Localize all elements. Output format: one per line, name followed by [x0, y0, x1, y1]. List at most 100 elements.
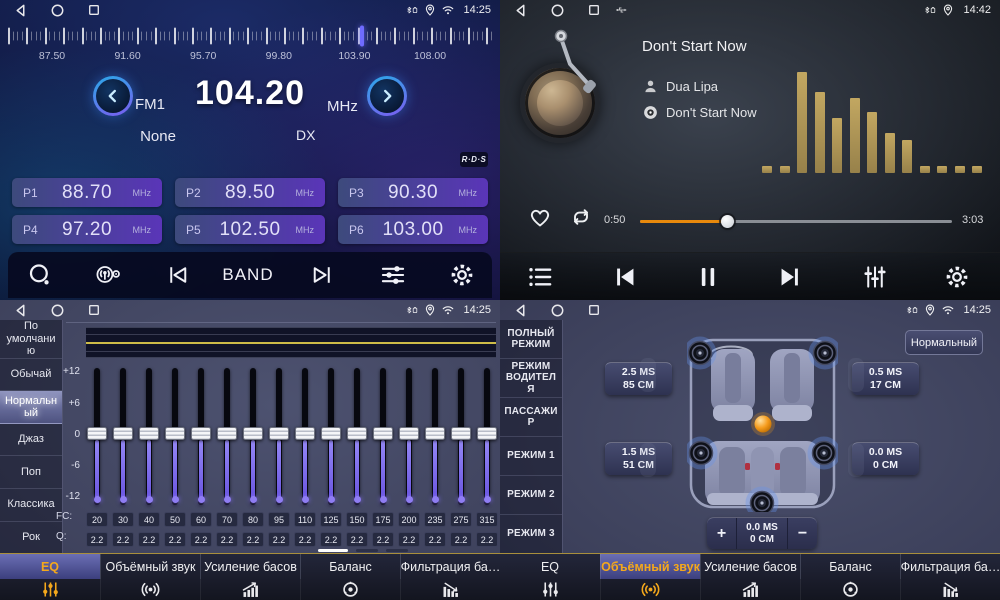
- q-value[interactable]: 2.2: [372, 532, 394, 547]
- fc-value[interactable]: 175: [372, 512, 394, 527]
- favorite-heart-icon[interactable]: [527, 205, 553, 229]
- sidebar-item[interactable]: РЕЖИМ ВОДИТЕЛЯ: [500, 359, 562, 398]
- tab-surround-sound[interactable]: Объёмный звук: [600, 554, 700, 600]
- eq-slider-thumb[interactable]: [347, 427, 367, 440]
- sidebar-item[interactable]: РЕЖИМ 1: [500, 437, 562, 476]
- rear-left-delay-button[interactable]: 1.5 MS 51 CM: [605, 442, 672, 475]
- eq-slider-thumb[interactable]: [165, 427, 185, 440]
- eq-slider-thumb[interactable]: [243, 427, 263, 440]
- eq-slider-thumb[interactable]: [191, 427, 211, 440]
- tab-balance[interactable]: Баланс: [800, 554, 900, 600]
- settings-gear-icon[interactable]: [944, 264, 971, 291]
- search-icon[interactable]: [27, 262, 54, 289]
- eq-slider-thumb[interactable]: [139, 427, 159, 440]
- q-value[interactable]: 2.2: [398, 532, 420, 547]
- delay-plus-button[interactable]: +: [707, 518, 736, 549]
- eq-slider-thumb[interactable]: [425, 427, 445, 440]
- q-value[interactable]: 2.2: [86, 532, 108, 547]
- radio-preset-button-p5[interactable]: P5102.50MHz: [175, 215, 325, 244]
- eq-slider-thumb[interactable]: [451, 427, 471, 440]
- tune-sliders-icon[interactable]: [380, 262, 407, 289]
- tuning-scale[interactable]: [0, 25, 500, 47]
- recents-icon[interactable]: [88, 4, 100, 16]
- sound-profile-badge[interactable]: Нормальный: [905, 330, 983, 355]
- eq-slider-thumb[interactable]: [87, 427, 107, 440]
- q-value[interactable]: 2.2: [424, 532, 446, 547]
- q-value[interactable]: 2.2: [294, 532, 316, 547]
- eq-slider-thumb[interactable]: [321, 427, 341, 440]
- pause-icon[interactable]: [695, 264, 722, 291]
- q-value[interactable]: 2.2: [320, 532, 342, 547]
- eq-slider-thumb[interactable]: [373, 427, 393, 440]
- fc-value[interactable]: 60: [190, 512, 212, 527]
- q-value[interactable]: 2.2: [346, 532, 368, 547]
- settings-gear-icon[interactable]: [449, 262, 476, 289]
- q-value[interactable]: 2.2: [216, 532, 238, 547]
- tab-bass-boost[interactable]: Усиление басов: [200, 554, 300, 600]
- q-value[interactable]: 2.2: [164, 532, 186, 547]
- eq-slider-thumb[interactable]: [295, 427, 315, 440]
- tab-surround-sound[interactable]: Объёмный звук: [100, 554, 200, 600]
- seek-bar[interactable]: [640, 220, 952, 223]
- q-value[interactable]: 2.2: [268, 532, 290, 547]
- prev-filled-icon[interactable]: [612, 264, 639, 291]
- speaker-icon[interactable]: [687, 439, 715, 467]
- recents-icon[interactable]: [588, 4, 600, 16]
- eq-slider-thumb[interactable]: [269, 427, 289, 440]
- speaker-icon[interactable]: [810, 439, 838, 467]
- radio-preset-button-p3[interactable]: P390.30MHz: [338, 178, 488, 207]
- tab-balance[interactable]: Баланс: [300, 554, 400, 600]
- home-icon[interactable]: [551, 304, 564, 317]
- previous-track-icon[interactable]: [165, 262, 192, 289]
- fc-value[interactable]: 30: [112, 512, 134, 527]
- recents-icon[interactable]: [588, 304, 600, 316]
- sidebar-item[interactable]: Рок: [0, 522, 62, 554]
- sidebar-item[interactable]: РЕЖИМ 2: [500, 476, 562, 515]
- tab-filter-bass[interactable]: Фильтрация ба…: [900, 554, 1000, 600]
- recents-icon[interactable]: [88, 304, 100, 316]
- front-left-delay-button[interactable]: 2.5 MS 85 CM: [605, 362, 672, 395]
- radio-preset-button-p4[interactable]: P497.20MHz: [12, 215, 162, 244]
- q-value[interactable]: 2.2: [138, 532, 160, 547]
- tab-filter-bass[interactable]: Фильтрация ба…: [400, 554, 500, 600]
- next-track-icon[interactable]: [309, 262, 336, 289]
- seek-knob[interactable]: [721, 215, 734, 228]
- back-icon[interactable]: [514, 4, 527, 17]
- home-icon[interactable]: [51, 304, 64, 317]
- radio-preset-button-p6[interactable]: P6103.00MHz: [338, 215, 488, 244]
- speaker-icon[interactable]: [748, 489, 776, 512]
- eq-slider-thumb[interactable]: [477, 427, 497, 440]
- q-value[interactable]: 2.2: [190, 532, 212, 547]
- sidebar-item[interactable]: РЕЖИМ 3: [500, 515, 562, 553]
- sidebar-item[interactable]: ПОЛНЫЙ РЕЖИМ: [500, 320, 562, 359]
- fc-value[interactable]: 150: [346, 512, 368, 527]
- fc-value[interactable]: 235: [424, 512, 446, 527]
- fc-value[interactable]: 275: [450, 512, 472, 527]
- home-icon[interactable]: [551, 4, 564, 17]
- band-button[interactable]: BAND: [222, 265, 273, 285]
- tab-eq-sliders[interactable]: EQ: [0, 554, 100, 600]
- sidebar-item[interactable]: По умолчанию: [0, 320, 62, 359]
- fc-value[interactable]: 125: [320, 512, 342, 527]
- back-icon[interactable]: [14, 4, 27, 17]
- fc-value[interactable]: 110: [294, 512, 316, 527]
- next-filled-icon[interactable]: [777, 264, 804, 291]
- queue-list-icon[interactable]: [527, 264, 554, 291]
- radio-preset-button-p1[interactable]: P188.70MHz: [12, 178, 162, 207]
- tune-down-button[interactable]: [93, 76, 133, 116]
- radio-preset-button-p2[interactable]: P289.50MHz: [175, 178, 325, 207]
- speaker-icon[interactable]: [811, 339, 838, 367]
- listening-position-ball[interactable]: [755, 416, 772, 433]
- sidebar-item[interactable]: ПАССАЖИР: [500, 398, 562, 437]
- tab-bass-boost[interactable]: Усиление басов: [700, 554, 800, 600]
- q-value[interactable]: 2.2: [112, 532, 134, 547]
- fc-value[interactable]: 50: [164, 512, 186, 527]
- q-value[interactable]: 2.2: [242, 532, 264, 547]
- eq-slider-thumb[interactable]: [217, 427, 237, 440]
- fc-value[interactable]: 200: [398, 512, 420, 527]
- q-value[interactable]: 2.2: [476, 532, 498, 547]
- speaker-icon[interactable]: [687, 339, 714, 367]
- fc-value[interactable]: 20: [86, 512, 108, 527]
- tab-eq-sliders[interactable]: EQ: [500, 554, 600, 600]
- eq-slider-thumb[interactable]: [399, 427, 419, 440]
